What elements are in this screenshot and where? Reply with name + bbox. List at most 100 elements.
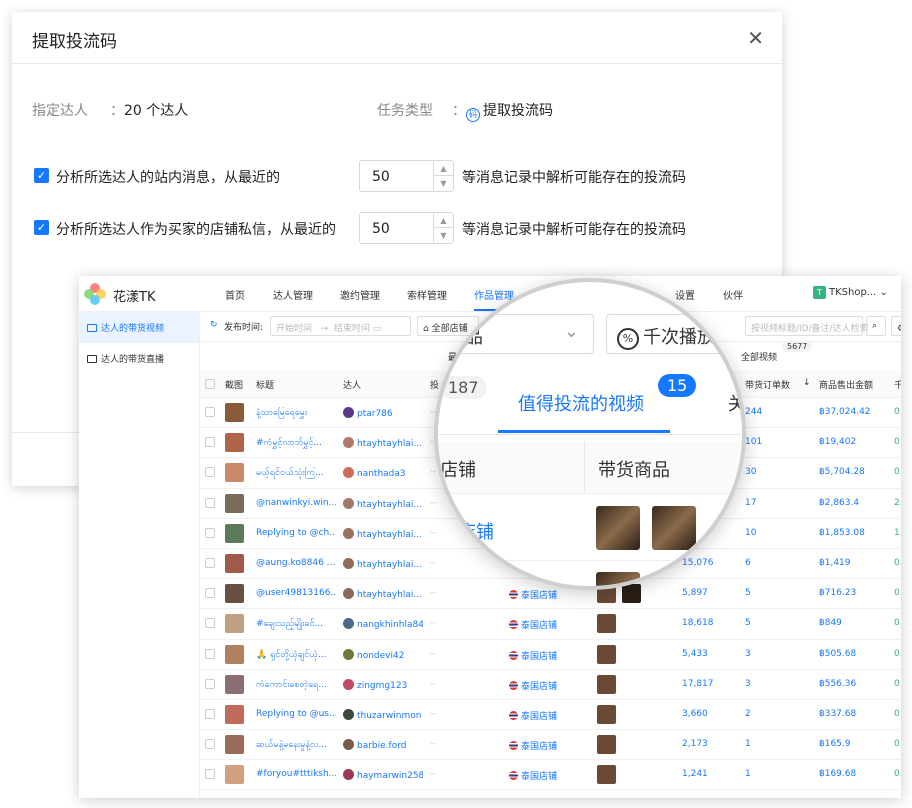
tab-worth-promoting[interactable]: 值得投流的视频	[518, 390, 644, 416]
nav-settings[interactable]: 设置	[675, 287, 695, 302]
select-all-checkbox[interactable]	[205, 379, 215, 389]
chevron-down-icon[interactable]: ▼	[434, 176, 453, 191]
row-checkbox[interactable]	[205, 527, 215, 538]
shop-msg-count-input[interactable]: 50 ▲ ▼	[359, 212, 454, 244]
table-row[interactable]: #foryou#tttiksh... haymarwin258 -- 泰国店铺 …	[200, 760, 901, 791]
chevron-up-icon[interactable]: ▲	[434, 213, 453, 228]
creator-cell[interactable]: htayhtayhlai...	[343, 557, 423, 570]
row-checkbox[interactable]	[205, 708, 215, 719]
row-checkbox[interactable]	[205, 407, 215, 417]
search-input[interactable]: 按视频标题/ID/备注/达人检索	[745, 316, 869, 336]
row-checkbox[interactable]	[205, 648, 215, 659]
nav-invites[interactable]: 邀约管理	[340, 287, 380, 302]
date-range-picker[interactable]: 开始时间 → 结束时间 ▭	[270, 316, 411, 336]
shop-cell[interactable]: 泰国店铺	[509, 769, 557, 782]
creator-cell[interactable]: nanthada3	[343, 467, 423, 479]
all-goods-select[interactable]: 部商品 ⌄	[438, 314, 594, 354]
table-row[interactable]: ကံကောင်းစေတဲ့ရေ... zingmg123 -- 泰国店铺 17,…	[200, 670, 901, 700]
video-title[interactable]: #ချေးသည့်မျိုးခင်...	[256, 618, 336, 631]
row-checkbox[interactable]	[205, 588, 215, 599]
search-icon[interactable]: ⌕	[866, 316, 886, 336]
row-checkbox[interactable]	[205, 769, 215, 780]
video-title[interactable]: #ကံမွှင့်လာဘ်မွှင့်...	[256, 437, 336, 450]
video-title[interactable]: နံ့သာမြေရေမွှေး	[256, 407, 336, 420]
nav-samples[interactable]: 索样管理	[407, 287, 447, 302]
table-row[interactable]: ဆယ်မနဲ့မနေးမှုနဲ့လ... barbie.ford -- 泰国店…	[200, 730, 901, 761]
video-title[interactable]: မယ့်ရင်ဝယ်သုံးကြ...	[256, 467, 336, 480]
creator-cell[interactable]: ptar786	[343, 407, 423, 419]
creator-cell[interactable]: nangkhinhla84	[343, 618, 423, 630]
inbox-checkbox[interactable]: ✓	[34, 168, 49, 183]
nav-partners[interactable]: 伙伴	[723, 287, 743, 302]
creator-cell[interactable]: thuzarwinmon	[343, 708, 423, 721]
sort-icon[interactable]: ↓	[803, 378, 811, 388]
close-icon[interactable]: ✕	[747, 26, 764, 50]
video-title[interactable]: Replying to @us...	[256, 709, 336, 719]
row-checkbox[interactable]	[205, 437, 215, 448]
views-filter-select[interactable]: % 千次播放	[606, 314, 742, 354]
shop-cell[interactable]: 泰国店铺	[509, 709, 557, 722]
stepper[interactable]: ▲ ▼	[433, 161, 453, 191]
video-thumbnail[interactable]	[225, 584, 244, 604]
video-title[interactable]: @nanwinkyi.win...	[256, 498, 336, 508]
creator-cell[interactable]: zingmg123	[343, 678, 423, 691]
shop-cell[interactable]: 泰国店铺	[509, 739, 557, 752]
table-row[interactable]: 🙏 ရှင်တို့ယုံချင်ယုံ... nondevi42 -- 泰国店…	[200, 640, 901, 670]
product-thumb[interactable]	[597, 704, 616, 724]
creator-cell[interactable]: barbie.ford	[343, 739, 423, 751]
shop-value[interactable]: 国店铺	[440, 518, 494, 544]
shop-cell[interactable]: 泰国店铺	[509, 679, 557, 692]
row-checkbox[interactable]	[205, 497, 215, 508]
col-orders[interactable]: 带货订单数	[745, 378, 790, 391]
sidebar-item-live[interactable]: 达人的带货直播	[79, 343, 199, 374]
sidebar-item-videos[interactable]: 达人的带货视频	[79, 312, 199, 343]
video-thumbnail[interactable]	[225, 433, 244, 453]
creator-cell[interactable]: htayhtayhlai...	[343, 588, 423, 600]
video-thumbnail[interactable]	[225, 614, 244, 634]
creator-cell[interactable]: nondevi42	[343, 648, 423, 661]
nav-creators[interactable]: 达人管理	[273, 287, 313, 302]
video-title[interactable]: @user49813166...	[256, 588, 336, 598]
row-checkbox[interactable]	[205, 678, 215, 689]
chevron-up-icon[interactable]: ▲	[434, 161, 453, 176]
shop-cell[interactable]: 泰国店铺	[509, 618, 557, 631]
tab-all-videos[interactable]: 全部视频	[741, 350, 777, 363]
video-thumbnail[interactable]	[225, 674, 244, 694]
video-thumbnail[interactable]	[225, 704, 244, 724]
row-checkbox[interactable]	[205, 467, 215, 478]
product-thumb[interactable]	[597, 765, 616, 785]
creator-cell[interactable]: htayhtayhlai...	[343, 527, 423, 540]
table-row[interactable]: Replying to @us... thuzarwinmon -- 泰国店铺 …	[200, 700, 901, 731]
row-checkbox[interactable]	[205, 739, 215, 750]
row-checkbox[interactable]	[205, 618, 215, 629]
table-row[interactable]: #ချေးသည့်မျိုးခင်... nangkhinhla84 -- 泰国…	[200, 609, 901, 640]
video-title[interactable]: ဆယ်မနဲ့မနေးမှုနဲ့လ...	[256, 739, 336, 752]
shop-cell[interactable]: 泰国店铺	[509, 588, 557, 601]
video-thumbnail[interactable]	[225, 553, 244, 573]
product-thumb[interactable]	[597, 674, 616, 694]
video-thumbnail[interactable]	[225, 644, 244, 664]
product-thumb[interactable]	[597, 614, 616, 634]
product-thumb[interactable]	[597, 644, 616, 664]
nav-home[interactable]: 首页	[225, 287, 245, 302]
video-title[interactable]: Replying to @ch...	[256, 528, 336, 538]
video-title[interactable]: @aung.ko8846 ...	[256, 558, 336, 568]
video-thumbnail[interactable]	[225, 523, 244, 543]
row-checkbox[interactable]	[205, 557, 215, 568]
video-thumbnail[interactable]	[225, 403, 244, 422]
product-thumb[interactable]	[596, 506, 640, 550]
stepper[interactable]: ▲ ▼	[433, 213, 453, 243]
creator-cell[interactable]: haymarwin258	[343, 769, 423, 781]
video-title[interactable]: 🙏 ရှင်တို့ယုံချင်ယုံ...	[256, 649, 336, 662]
video-thumbnail[interactable]	[225, 765, 244, 785]
video-thumbnail[interactable]	[225, 463, 244, 483]
shop-switcher[interactable]: T TKShop... ⌄	[813, 286, 888, 299]
product-thumb[interactable]	[652, 506, 696, 550]
video-title[interactable]: ကံကောင်းစေတဲ့ရေ...	[256, 679, 336, 692]
shop-msg-checkbox[interactable]: ✓	[34, 220, 49, 235]
chevron-down-icon[interactable]: ▼	[434, 228, 453, 243]
inbox-count-input[interactable]: 50 ▲ ▼	[359, 160, 454, 192]
refresh-icon[interactable]: ↻	[210, 320, 218, 330]
creator-cell[interactable]: htayhtayhlai...	[343, 497, 423, 510]
video-title[interactable]: #foryou#tttiksh...	[256, 769, 336, 779]
